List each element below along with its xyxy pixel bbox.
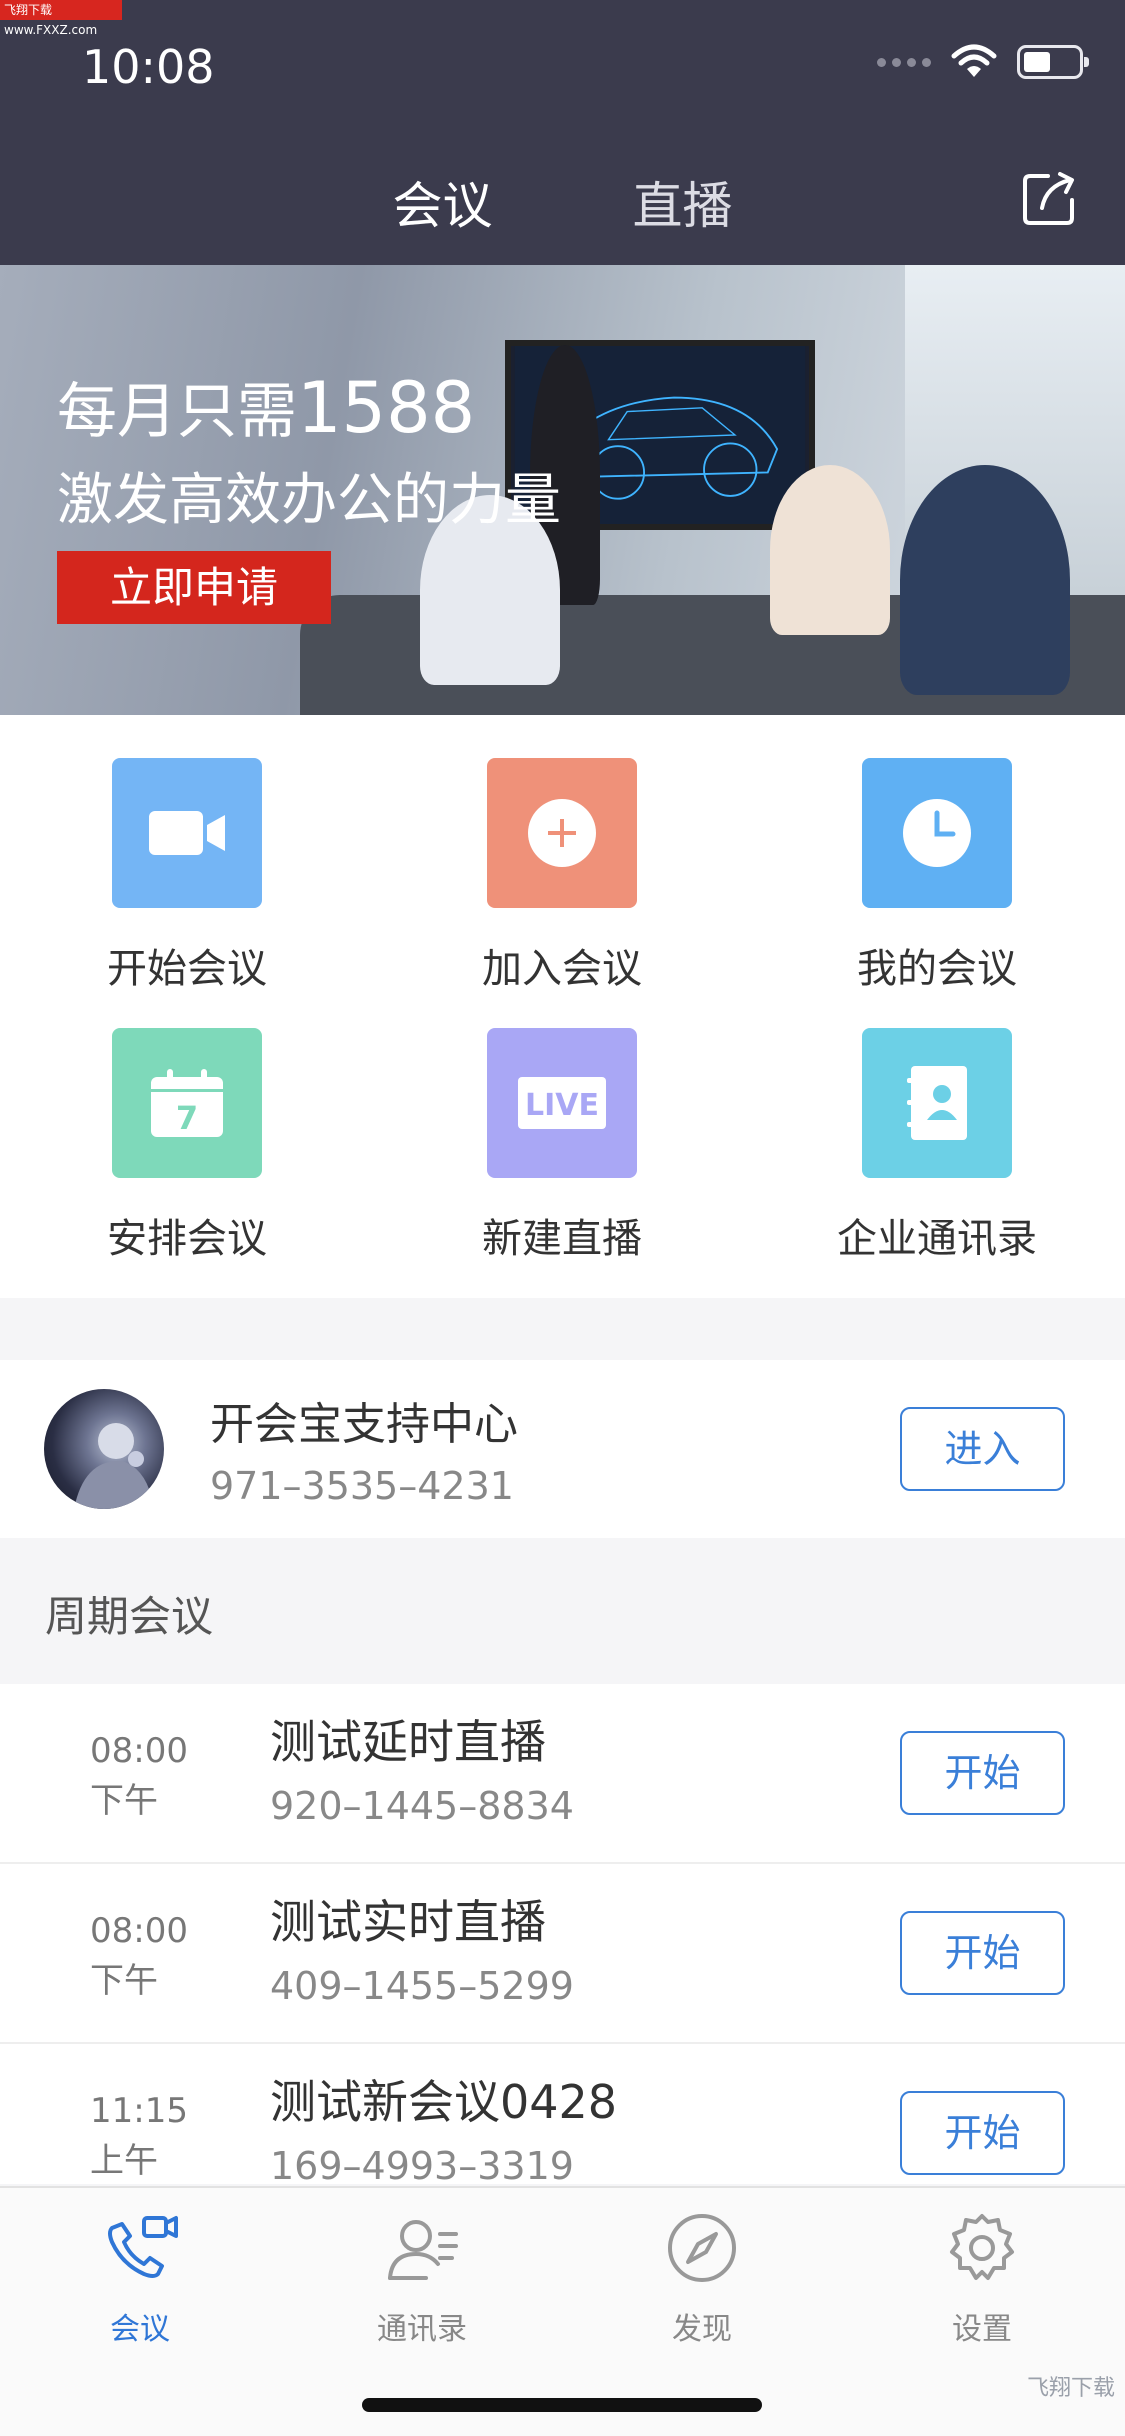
support-center-card: 开会宝支持中心 971–3535–4231 进入 <box>0 1360 1125 1538</box>
tab-meetings[interactable]: 会议 <box>40 2208 240 2348</box>
avatar <box>44 1389 164 1509</box>
grid-label: 新建直播 <box>482 1216 642 1262</box>
company-directory-button[interactable]: 企业通讯录 <box>787 1028 1087 1264</box>
grid-label: 我的会议 <box>857 946 1017 992</box>
meeting-time: 11:15 上午 <box>90 2091 188 2181</box>
grid-label: 安排会议 <box>107 1216 267 1262</box>
banner-subheadline: 激发高效办公的力量 <box>57 468 561 533</box>
share-icon[interactable] <box>1020 168 1080 228</box>
tab-label: 会议 <box>110 2312 170 2347</box>
promo-banner[interactable]: 每月只需1588 激发高效办公的力量 立即申请 <box>0 265 1125 715</box>
tab-discover[interactable]: 发现 <box>602 2208 802 2348</box>
contacts-icon <box>388 2220 458 2280</box>
tab-label: 发现 <box>672 2312 732 2347</box>
meeting-id: 920–1445–8834 <box>270 1784 574 1828</box>
banner-person-image <box>770 465 890 635</box>
video-camera-icon <box>112 758 262 908</box>
battery-icon <box>1017 45 1089 79</box>
svg-text:LIVE: LIVE <box>525 1088 599 1123</box>
banner-person-image <box>900 465 1070 695</box>
tab-contacts[interactable]: 通讯录 <box>322 2208 522 2348</box>
status-time: 10:08 <box>82 40 215 94</box>
meeting-title: 测试新会议0428 <box>270 2075 618 2129</box>
top-tabs: 会议 直播 <box>0 166 1125 238</box>
clock-icon <box>862 758 1012 908</box>
quick-actions: 开始会议 加入会议 我的会议 7 安排会议 LIVE 新建直播 企业通讯录 <box>0 715 1125 1298</box>
new-live-button[interactable]: LIVE 新建直播 <box>412 1028 712 1264</box>
my-meetings-button[interactable]: 我的会议 <box>787 758 1087 994</box>
support-phone: 971–3535–4231 <box>210 1464 514 1508</box>
start-button[interactable]: 开始 <box>900 1731 1065 1815</box>
grid-label: 开始会议 <box>107 946 267 992</box>
tab-settings[interactable]: 设置 <box>882 2208 1082 2348</box>
meeting-time: 08:00 下午 <box>90 1731 188 1821</box>
meeting-id: 169–4993–3319 <box>270 2144 574 2184</box>
start-button[interactable]: 开始 <box>900 1911 1065 1995</box>
status-icons <box>877 44 1089 80</box>
live-icon: LIVE <box>487 1028 637 1178</box>
compass-icon <box>668 2214 736 2282</box>
banner-headline: 每月只需1588 <box>57 367 476 449</box>
meeting-title: 测试延时直播 <box>270 1715 546 1769</box>
watermark-badge: 飞翔下载 www.FXXZ.com <box>0 0 122 37</box>
tab-live[interactable]: 直播 <box>633 166 733 238</box>
enter-button[interactable]: 进入 <box>900 1407 1065 1491</box>
meeting-row[interactable]: 08:00 下午 测试实时直播 409–1455–5299 开始 <box>0 1864 1125 2044</box>
support-title: 开会宝支持中心 <box>210 1399 518 1450</box>
meeting-row[interactable]: 08:00 下午 测试延时直播 920–1445–8834 开始 <box>0 1684 1125 1864</box>
watermark-logo: 飞翔下载 <box>1026 2376 1115 2401</box>
grid-label: 加入会议 <box>482 946 642 992</box>
meeting-title: 测试实时直播 <box>270 1895 546 1949</box>
recurring-meeting-list: 08:00 下午 测试延时直播 920–1445–8834 开始 08:00 下午 … <box>0 1684 1125 2184</box>
tab-label: 通讯录 <box>377 2312 467 2347</box>
start-meeting-button[interactable]: 开始会议 <box>37 758 337 994</box>
gear-icon <box>950 2214 1014 2280</box>
tab-meeting[interactable]: 会议 <box>393 166 493 238</box>
section-title: 周期会议 <box>45 1592 214 1641</box>
phone-video-icon <box>108 2216 178 2278</box>
apply-now-button[interactable]: 立即申请 <box>57 551 331 624</box>
meeting-time: 08:00 下午 <box>90 1911 188 2001</box>
schedule-meeting-button[interactable]: 7 安排会议 <box>37 1028 337 1264</box>
calendar-icon: 7 <box>112 1028 262 1178</box>
wifi-icon <box>951 44 997 77</box>
meeting-id: 409–1455–5299 <box>270 1964 574 2008</box>
signal-icon <box>877 57 931 67</box>
contact-book-icon <box>862 1028 1012 1178</box>
tab-label: 设置 <box>952 2312 1012 2347</box>
app-header: 10:08 会议 直播 <box>0 0 1125 265</box>
plus-circle-icon <box>487 758 637 908</box>
start-button[interactable]: 开始 <box>900 2091 1065 2175</box>
grid-label: 企业通讯录 <box>837 1216 1037 1262</box>
join-meeting-button[interactable]: 加入会议 <box>412 758 712 994</box>
svg-text:7: 7 <box>176 1099 198 1137</box>
home-indicator <box>362 2398 762 2412</box>
meeting-row[interactable]: 11:15 上午 测试新会议0428 169–4993–3319 开始 <box>0 2044 1125 2184</box>
